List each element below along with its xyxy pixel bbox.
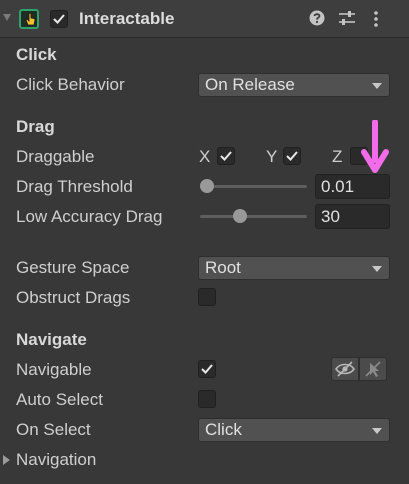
pink-down-arrow-icon: [361, 120, 389, 173]
pick-toggle-button[interactable]: [359, 357, 387, 381]
draggable-z-label: Z: [332, 147, 343, 166]
gesture-space-value: Root: [205, 258, 241, 277]
obstruct-drags-checkbox[interactable]: [198, 288, 216, 306]
component-title: Interactable: [79, 9, 175, 28]
chevron-right-icon[interactable]: [3, 455, 10, 465]
pointer-slash-icon: [365, 361, 381, 377]
auto-select-checkbox[interactable]: [198, 390, 216, 408]
draggable-x-checkbox[interactable]: [217, 147, 235, 165]
component-header[interactable]: Interactable: [0, 0, 409, 38]
low-accuracy-drag-slider-handle[interactable]: [232, 209, 247, 223]
low-accuracy-drag-field[interactable]: 30: [315, 204, 390, 229]
chevron-down-icon: [372, 428, 382, 434]
click-behavior-label: Click Behavior: [16, 75, 125, 94]
draggable-x-label: X: [199, 147, 211, 166]
chevron-down-icon: [372, 83, 382, 89]
section-title-drag: Drag: [16, 117, 55, 136]
drag-threshold-slider[interactable]: [200, 185, 307, 188]
on-select-dropdown[interactable]: Click: [198, 418, 390, 442]
hand-pointer-icon: [19, 9, 39, 29]
auto-select-label: Auto Select: [16, 390, 103, 409]
obstruct-drags-label: Obstruct Drags: [16, 288, 131, 307]
sliders-icon[interactable]: [338, 10, 356, 26]
low-accuracy-drag-slider[interactable]: [200, 215, 307, 218]
help-icon[interactable]: [309, 10, 325, 26]
navigation-foldout[interactable]: Navigation: [16, 450, 96, 470]
gesture-space-label: Gesture Space: [16, 258, 130, 277]
on-select-label: On Select: [16, 420, 91, 439]
drag-threshold-label: Drag Threshold: [16, 177, 133, 196]
navigable-checkbox[interactable]: [198, 360, 216, 378]
eye-slash-icon: [335, 361, 355, 377]
drag-threshold-slider-handle[interactable]: [200, 179, 214, 193]
section-title-navigate: Navigate: [16, 330, 87, 349]
click-behavior-dropdown[interactable]: On Release: [198, 73, 390, 97]
drag-threshold-field[interactable]: 0.01: [315, 174, 390, 199]
draggable-label: Draggable: [16, 147, 95, 166]
draggable-y-label: Y: [266, 147, 278, 166]
navigable-label: Navigable: [16, 360, 92, 379]
draggable-y-checkbox[interactable]: [283, 147, 301, 165]
click-behavior-value: On Release: [205, 75, 295, 94]
foldout-arrow-icon[interactable]: [3, 14, 11, 21]
visibility-toggle-button[interactable]: [331, 357, 359, 381]
chevron-down-icon: [372, 266, 382, 272]
on-select-value: Click: [205, 420, 242, 439]
kebab-menu-icon[interactable]: [370, 10, 382, 28]
component-enabled-checkbox[interactable]: [50, 10, 68, 28]
gesture-space-dropdown[interactable]: Root: [198, 256, 390, 280]
low-accuracy-drag-label: Low Accuracy Drag: [16, 207, 163, 226]
section-title-click: Click: [16, 45, 57, 64]
